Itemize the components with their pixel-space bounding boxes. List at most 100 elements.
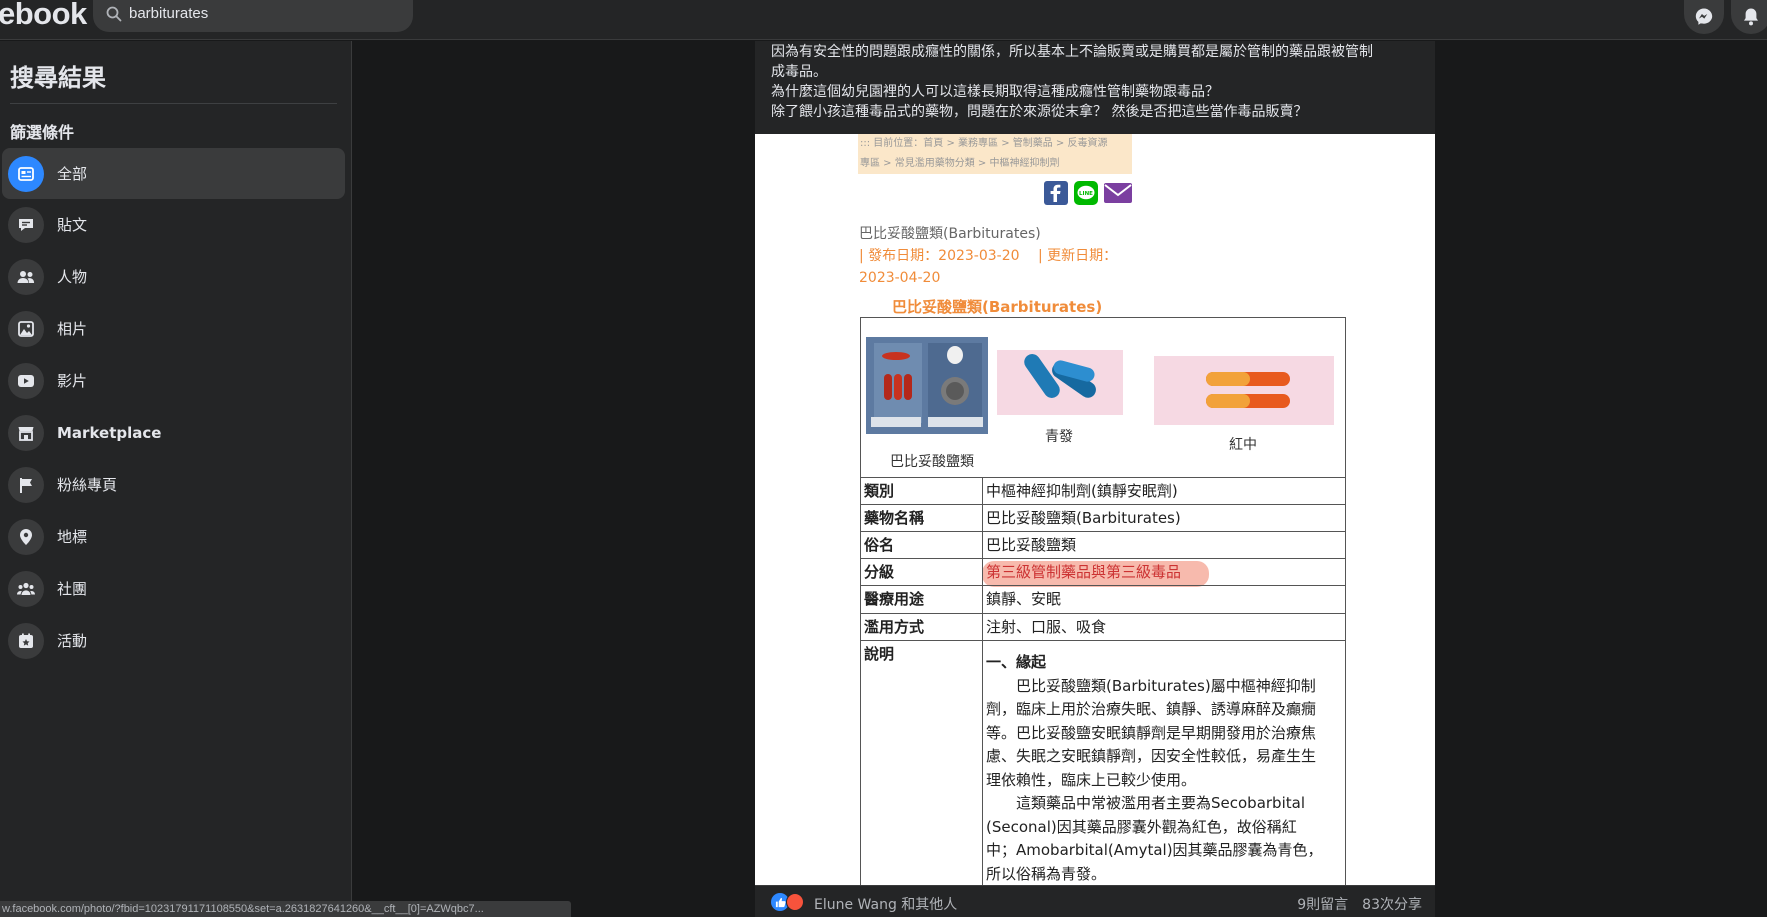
filter-heading: 篩選條件 xyxy=(10,123,75,142)
table-row: 俗名 巴比妥酸鹽類 xyxy=(861,531,1345,558)
table-value: 巴比妥酸鹽類 xyxy=(986,536,1077,554)
groups-icon xyxy=(8,570,44,607)
line-share-icon: LINE xyxy=(1074,181,1098,205)
breadcrumb-line: 專區 > 常見濫用藥物分類 > 中樞神經抑制劑 xyxy=(860,158,1060,169)
description-line: 劑，臨床上用於治療失眠、鎮靜、誘導麻醉及癲癇 xyxy=(986,700,1317,718)
sidebar-item-label: Marketplace xyxy=(57,423,162,442)
sidebar-item-label: 人物 xyxy=(57,268,88,286)
people-icon xyxy=(8,258,44,295)
image-caption: 紅中 xyxy=(1229,437,1257,453)
sidebar-item-all[interactable]: 全部 xyxy=(2,148,345,199)
document-title: 巴比妥酸鹽類(Barbiturates) xyxy=(859,226,1041,242)
search-box[interactable]: barbiturates xyxy=(93,0,413,32)
document-heading: 巴比妥酸鹽類(Barbiturates) xyxy=(892,298,1103,316)
sidebar-item-label: 影片 xyxy=(57,372,88,390)
sidebar-item-label: 貼文 xyxy=(57,216,88,234)
messenger-button[interactable] xyxy=(1684,0,1724,34)
table-value: 注射、口服、吸食 xyxy=(986,618,1107,636)
post-text-line: 除了餵小孩這種毒品式的藥物，問題在於來源從末拿？ 然後是否把這些當作毒品販賣？ xyxy=(771,104,1308,120)
update-date: 2023-04-20 xyxy=(859,270,941,286)
facebook-share-icon xyxy=(1044,181,1068,205)
barbiturate-pills-image xyxy=(866,337,988,434)
table-row: 說明 一、緣起 巴比妥酸鹽類(Barbiturates)屬中樞神經抑制 劑，臨床… xyxy=(861,640,1345,885)
description-line: 中；Amobarbital(Amytal)因其藥品膠囊為青色， xyxy=(986,841,1323,859)
comment-share-counts[interactable]: 9則留言 83次分享 xyxy=(1297,894,1422,914)
video-icon xyxy=(8,362,44,399)
sidebar-item-groups[interactable]: 社團 xyxy=(2,563,345,614)
description-line: 理依賴性，臨床上已較少使用。 xyxy=(986,770,1197,789)
notifications-button[interactable] xyxy=(1731,0,1767,34)
photo-icon xyxy=(8,310,44,347)
description-heading: 一、緣起 xyxy=(986,653,1047,671)
messenger-icon xyxy=(1695,8,1713,25)
sidebar-title: 搜尋結果 xyxy=(10,64,106,92)
description-text: 一、緣起 巴比妥酸鹽類(Barbiturates)屬中樞神經抑制 劑，臨床上用於… xyxy=(986,651,1342,885)
table-key: 醫療用途 xyxy=(861,586,983,613)
table-row: 濫用方式 注射、口服、吸食 xyxy=(861,613,1345,640)
flag-icon xyxy=(8,466,44,503)
table-key: 說明 xyxy=(861,641,983,885)
post-photo[interactable]: ::: 目前位置：首頁 > 業務專區 > 管制藥品 > 反毒資源 專區 > 常見… xyxy=(755,134,1435,885)
share-icons: LINE xyxy=(1043,180,1133,206)
sidebar-item-label: 社團 xyxy=(57,580,88,598)
post-icon xyxy=(8,206,44,243)
post-text-line: 成毒品。 xyxy=(771,64,827,80)
post-text-line: 為什麼這個幼兒園裡的人可以這樣長期取得這種成癮性管制藥物跟毒品？ xyxy=(771,84,1219,100)
sidebar-item-label: 全部 xyxy=(57,165,88,183)
table-row: 醫療用途 鎮靜、安眠 xyxy=(861,585,1345,613)
breadcrumb: ::: 目前位置：首頁 > 業務專區 > 管制藥品 > 反毒資源 專區 > 常見… xyxy=(858,134,1132,174)
reactions-summary[interactable]: Elune Wang 和其他人 xyxy=(814,894,957,914)
location-icon xyxy=(8,518,44,555)
status-bar-url: w.facebook.com/photo/?fbid=1023179117110… xyxy=(0,901,571,917)
table-key: 濫用方式 xyxy=(861,614,983,640)
bell-icon xyxy=(1744,8,1758,26)
search-results-sidebar: 搜尋結果 篩選條件 全部 貼文 人物 相片 影片 Marketplace 粉絲專… xyxy=(0,41,352,917)
table-key: 藥物名稱 xyxy=(861,505,983,531)
table-row: 類別 中樞神經抑制劑(鎮靜安眠劑) xyxy=(861,477,1345,504)
sidebar-item-videos[interactable]: 影片 xyxy=(2,355,345,406)
sidebar-item-label: 粉絲專頁 xyxy=(57,476,118,494)
sidebar-item-marketplace[interactable]: Marketplace xyxy=(2,407,345,458)
table-key: 俗名 xyxy=(861,532,983,558)
description-line: 巴比妥酸鹽類(Barbiturates)屬中樞神經抑制 xyxy=(986,676,1316,695)
image-caption: 巴比妥酸鹽類 xyxy=(890,454,974,470)
marketplace-icon xyxy=(8,414,44,451)
svg-text:LINE: LINE xyxy=(1079,191,1093,197)
table-row: 分級 第三級管制藥品與第三級毒品 xyxy=(861,558,1345,587)
table-value: 中樞神經抑制劑(鎮靜安眠劑) xyxy=(986,482,1178,500)
table-value: 第三級管制藥品與第三級毒品 xyxy=(986,563,1182,581)
document-dates: | 發布日期：2023-03-20 | 更新日期： 2023-04-20 xyxy=(859,245,1139,289)
sidebar-item-places[interactable]: 地標 xyxy=(2,511,345,562)
sidebar-item-events[interactable]: 活動 xyxy=(2,615,345,666)
sidebar-divider xyxy=(10,103,337,104)
image-caption: 青發 xyxy=(1045,429,1073,445)
table-row: 藥物名稱 巴比妥酸鹽類(Barbiturates) xyxy=(861,504,1345,531)
red-capsules-image xyxy=(1154,356,1334,425)
post-caption: 因為有安全性的問題跟成癮性的關係，所以基本上不論販賣或是購買都是屬於管制的藥品跟… xyxy=(755,41,1435,134)
care-reaction-icon[interactable] xyxy=(786,893,804,911)
description-line: 慮、失眠之安眠鎮靜劑，因安全性較低，易產生生 xyxy=(986,747,1317,765)
table-value: 巴比妥酸鹽類(Barbiturates) xyxy=(986,509,1181,527)
description-line: 等。巴比妥酸鹽安眠鎮靜劑是早期開發用於治療焦 xyxy=(986,723,1317,742)
blue-capsules-image xyxy=(997,350,1123,415)
sidebar-item-posts[interactable]: 貼文 xyxy=(2,199,345,250)
search-icon xyxy=(106,6,122,22)
table-key: 分級 xyxy=(861,559,983,585)
breadcrumb-line: ::: 目前位置：首頁 > 業務專區 > 管制藥品 > 反毒資源 xyxy=(860,138,1108,149)
post-text-line: 因為有安全性的問題跟成癮性的關係，所以基本上不論販賣或是購買都是屬於管制的藥品跟… xyxy=(771,44,1373,60)
table-value: 鎮靜、安眠 xyxy=(986,590,1062,608)
sidebar-item-photos[interactable]: 相片 xyxy=(2,303,345,354)
sidebar-item-label: 地標 xyxy=(57,528,88,546)
sidebar-item-pages[interactable]: 粉絲專頁 xyxy=(2,459,345,510)
table-key: 類別 xyxy=(861,478,983,504)
sidebar-item-label: 相片 xyxy=(57,320,88,338)
feed-icon xyxy=(8,155,44,192)
top-navigation-bar: ebook barbiturates xyxy=(0,0,1767,40)
description-line: 所以俗稱為青發。 xyxy=(986,864,1107,883)
email-share-icon xyxy=(1104,183,1132,203)
event-icon xyxy=(8,622,44,659)
sidebar-item-people[interactable]: 人物 xyxy=(2,251,345,302)
drug-info-table: 巴比妥酸鹽類 青發 紅中 類別 中樞神經抑制劑(鎮靜安眠劑) 藥物名稱 巴比妥酸… xyxy=(860,317,1346,885)
search-input[interactable]: barbiturates xyxy=(129,5,208,22)
facebook-logo[interactable]: ebook xyxy=(0,0,87,32)
